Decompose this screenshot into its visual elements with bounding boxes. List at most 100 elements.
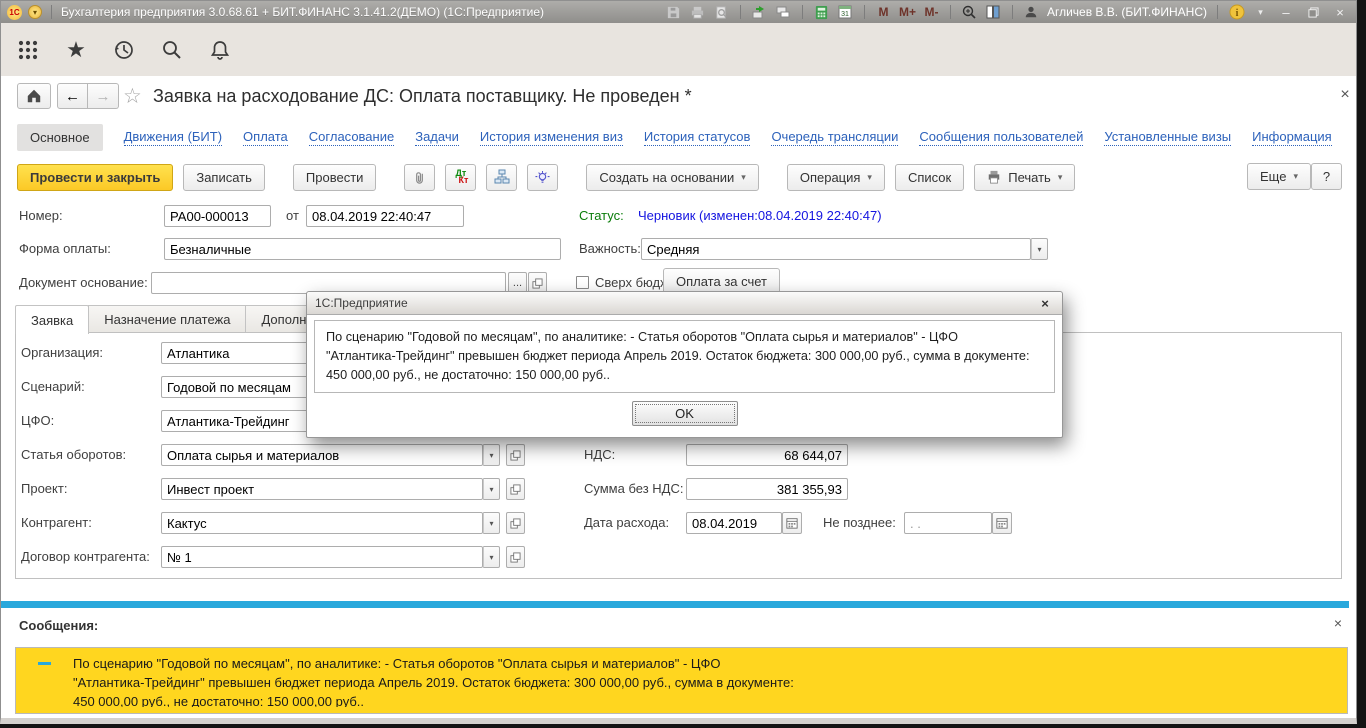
importance-dropdown-button[interactable]: ▾ (1031, 238, 1048, 260)
add-link-icon[interactable] (751, 4, 768, 21)
memory-m-plus-button[interactable]: М+ (899, 4, 916, 21)
document-structure-button[interactable] (486, 164, 517, 191)
chevron-down-icon: ▾ (741, 172, 746, 183)
page-title: Заявка на расходование ДС: Оплата постав… (153, 86, 692, 107)
tab-zadachi[interactable]: Задачи (415, 129, 459, 146)
zoom-icon[interactable] (961, 4, 978, 21)
number-input[interactable] (164, 205, 271, 227)
list-button[interactable]: Список (895, 164, 964, 191)
message-item[interactable]: По сценарию "Годовой по месяцам", по ана… (15, 647, 1348, 714)
dialog-titlebar: 1С:Предприятие × (307, 292, 1062, 315)
post-button[interactable]: Провести (293, 164, 377, 191)
not-later-calendar-button[interactable] (992, 512, 1012, 534)
write-button[interactable]: Записать (183, 164, 265, 191)
create-on-base-button[interactable]: Создать на основании▾ (586, 164, 758, 191)
search-icon[interactable] (159, 37, 185, 63)
over-budget-checkbox[interactable] (576, 276, 589, 289)
more-button[interactable]: Еще▾ (1247, 163, 1311, 190)
operation-button[interactable]: Операция▾ (787, 164, 885, 191)
expense-date-calendar-button[interactable] (782, 512, 802, 534)
forward-button[interactable]: → (88, 83, 119, 109)
document-datetime-input[interactable] (306, 205, 464, 227)
get-link-icon[interactable] (775, 4, 792, 21)
payment-form-input[interactable] (164, 238, 561, 260)
print-icon[interactable] (689, 4, 706, 21)
sum-without-vat-input[interactable] (686, 478, 848, 500)
expense-date-input[interactable] (686, 512, 782, 534)
close-window-button[interactable]: × (1330, 4, 1350, 20)
home-button[interactable] (17, 83, 51, 109)
importance-label: Важность: (579, 241, 641, 256)
back-button[interactable]: ← (57, 83, 88, 109)
separator (51, 5, 52, 19)
close-document-icon[interactable]: × (1335, 85, 1355, 105)
minimize-button[interactable]: – (1276, 4, 1296, 20)
contractor-open-button[interactable] (506, 512, 525, 534)
favorite-star-icon[interactable]: ☆ (123, 84, 142, 109)
tab-osnovnoe[interactable]: Основное (17, 124, 103, 151)
print-preview-icon[interactable] (713, 4, 730, 21)
tab-oplata[interactable]: Оплата (243, 129, 288, 146)
turnover-item-open-button[interactable] (506, 444, 525, 466)
attachments-button[interactable] (404, 164, 435, 191)
contract-open-button[interactable] (506, 546, 525, 568)
hints-button[interactable] (527, 164, 558, 191)
user-icon (1023, 4, 1040, 21)
restore-button[interactable] (1303, 4, 1323, 20)
info-icon[interactable]: i (1228, 4, 1245, 21)
ok-button[interactable]: OK (632, 401, 738, 426)
favorites-icon[interactable]: ★ (63, 37, 89, 63)
calendar-icon (786, 517, 798, 529)
project-dropdown-button[interactable]: ▾ (483, 478, 500, 500)
contract-dropdown-button[interactable]: ▾ (483, 546, 500, 568)
history-icon[interactable] (111, 37, 137, 63)
project-open-button[interactable] (506, 478, 525, 500)
from-label: от (286, 208, 299, 223)
tab-istoriya-izmeneniya-viz[interactable]: История изменения виз (480, 129, 623, 146)
messages-close-icon[interactable]: × (1329, 614, 1347, 632)
menu-grid-icon[interactable] (15, 37, 41, 63)
tab-istoriya-statusov[interactable]: История статусов (644, 129, 751, 146)
tab-ustanovlennye-vizy[interactable]: Установленные визы (1104, 129, 1231, 146)
vat-input[interactable] (686, 444, 848, 466)
tab-dvizheniya-bit[interactable]: Движения (БИТ) (124, 129, 222, 146)
separator (1217, 5, 1218, 19)
chevron-down-icon[interactable]: ▾ (1252, 4, 1269, 21)
post-and-close-button[interactable]: Провести и закрыть (17, 164, 173, 191)
history-nav-group: ← → (57, 83, 119, 109)
current-user[interactable]: Агличев В.В. (БИТ.ФИНАНС) (1047, 5, 1207, 19)
tab-ochered-translyacii[interactable]: Очередь трансляции (771, 129, 898, 146)
notifications-bell-icon[interactable] (207, 37, 233, 63)
tab-soobshcheniya-polzovatelei[interactable]: Сообщения пользователей (919, 129, 1083, 146)
contractor-input[interactable] (161, 512, 483, 534)
project-input[interactable] (161, 478, 483, 500)
tab-informaciya[interactable]: Информация (1252, 129, 1332, 146)
tab-soglasovanie[interactable]: Согласование (309, 129, 394, 146)
turnover-item-input[interactable] (161, 444, 483, 466)
not-later-input[interactable] (904, 512, 992, 534)
contractor-dropdown-button[interactable]: ▾ (483, 512, 500, 534)
message-text: По сценарию "Годовой по месяцам", по ана… (73, 654, 794, 707)
help-button[interactable]: ? (1311, 163, 1342, 190)
open-icon (510, 450, 521, 461)
memory-m-minus-button[interactable]: М- (923, 4, 940, 21)
messages-panel-divider[interactable] (1, 601, 1349, 608)
titlebar-menu-button[interactable]: ▾ (28, 5, 42, 19)
separator (802, 5, 803, 19)
importance-select[interactable] (641, 238, 1031, 260)
print-button[interactable]: Печать▾ (974, 164, 1075, 191)
calculator-icon[interactable] (813, 4, 830, 21)
dt-kt-postings-button[interactable]: ДтКт (445, 164, 476, 191)
status-value[interactable]: Черновик (изменен:08.04.2019 22:40:47) (638, 208, 882, 223)
base-document-label: Документ основание: (19, 275, 148, 290)
memory-m-button[interactable]: М (875, 4, 892, 21)
dialog-close-icon[interactable]: × (1036, 294, 1054, 312)
contract-input[interactable] (161, 546, 483, 568)
calendar-icon[interactable]: 31 (837, 4, 854, 21)
tab-zayavka[interactable]: Заявка (15, 305, 89, 334)
split-window-icon[interactable] (985, 4, 1002, 21)
tab-naznachenie-platezha[interactable]: Назначение платежа (88, 305, 246, 333)
turnover-item-dropdown-button[interactable]: ▾ (483, 444, 500, 466)
save-icon[interactable] (665, 4, 682, 21)
printer-icon (987, 170, 1001, 184)
